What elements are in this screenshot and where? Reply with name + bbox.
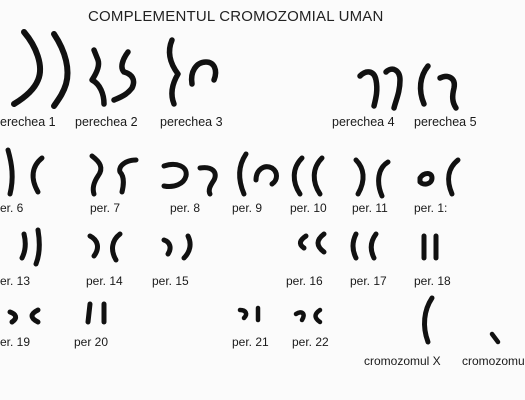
label-pair-13: er. 13 bbox=[0, 274, 31, 288]
label-pair-8: per. 8 bbox=[170, 201, 201, 215]
chromosome-pair-9 bbox=[237, 151, 279, 197]
label-pair-12: per. 1: bbox=[414, 201, 448, 215]
label-pair-15: per. 15 bbox=[152, 274, 189, 288]
chromosome-pair-17 bbox=[350, 231, 379, 261]
label-pair-18: per. 18 bbox=[414, 274, 451, 288]
chromosome-pair-2 bbox=[89, 47, 137, 107]
chromosome-pair-22 bbox=[293, 307, 323, 325]
chromosome-pair-15 bbox=[161, 233, 193, 261]
label-pair-19: er. 19 bbox=[0, 335, 31, 349]
figure-title: COMPLEMENTUL CROMOZOMIAL UMAN bbox=[88, 8, 384, 25]
chromosome-pair-21 bbox=[237, 305, 261, 323]
label-pair-9: per. 9 bbox=[232, 201, 263, 215]
label-pair-22: per. 22 bbox=[292, 335, 329, 349]
chromosome-pair-10 bbox=[291, 155, 325, 197]
label-pair-4: perechea 4 bbox=[332, 115, 395, 129]
chromosome-pair-18 bbox=[421, 233, 439, 261]
chromosome-pair-8 bbox=[161, 161, 218, 197]
label-chromosome-x: cromozomul X bbox=[364, 354, 441, 368]
chromosome-pair-4 bbox=[357, 66, 403, 111]
label-pair-14: per. 14 bbox=[86, 274, 123, 288]
chromosome-pair-16 bbox=[297, 231, 327, 255]
label-pair-7: per. 7 bbox=[90, 201, 121, 215]
chromosome-pair-1 bbox=[11, 29, 71, 109]
label-pair-5: perechea 5 bbox=[414, 115, 477, 129]
chromosome-pair-11 bbox=[353, 157, 391, 199]
chromosome-x bbox=[422, 295, 435, 345]
chromosome-pair-12 bbox=[417, 157, 461, 197]
chromosome-pair-14 bbox=[87, 231, 123, 263]
chromosome-pair-19 bbox=[7, 307, 41, 325]
label-chromosome-y: cromozomu bbox=[462, 354, 525, 368]
label-pair-16: per. 16 bbox=[286, 274, 323, 288]
label-pair-17: per. 17 bbox=[350, 274, 387, 288]
chromosome-pair-3 bbox=[166, 37, 219, 107]
chromosome-pair-13 bbox=[19, 227, 42, 267]
chromosome-y bbox=[489, 331, 501, 345]
label-pair-3: perechea 3 bbox=[160, 115, 223, 129]
label-pair-2: perechea 2 bbox=[75, 115, 138, 129]
label-pair-21: per. 21 bbox=[232, 335, 269, 349]
chromosome-pair-20 bbox=[85, 301, 107, 325]
chromosome-pair-7 bbox=[89, 153, 139, 197]
label-pair-1: erechea 1 bbox=[0, 115, 56, 129]
label-pair-6: er. 6 bbox=[0, 201, 24, 215]
label-pair-10: per. 10 bbox=[290, 201, 327, 215]
chromosome-pair-6 bbox=[5, 147, 45, 197]
label-pair-20: per 20 bbox=[74, 335, 109, 349]
label-pair-11: per. 11 bbox=[352, 201, 388, 215]
chromosome-pair-5 bbox=[417, 63, 459, 111]
